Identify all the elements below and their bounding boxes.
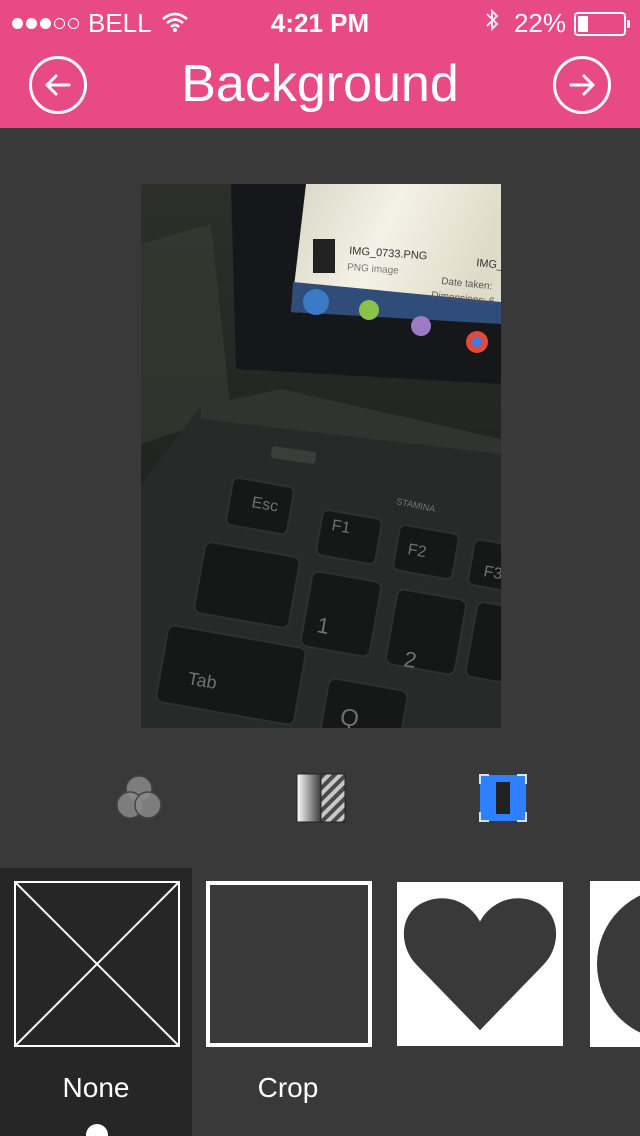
bluetooth-icon: [484, 8, 500, 39]
colors-tool-button[interactable]: [111, 770, 167, 826]
frame-tool-button[interactable]: [475, 770, 531, 826]
nav-header: Background: [0, 40, 640, 128]
shape-option-circle[interactable]: [576, 868, 640, 1136]
none-icon: [14, 881, 180, 1047]
key-label: F3: [482, 563, 501, 583]
background-preview-image: IMG_0733.PNG PNG image Date taken: Dimen…: [141, 184, 501, 728]
heart-icon: [397, 881, 563, 1047]
battery-percent: 22%: [513, 8, 566, 38]
shape-label: None: [62, 1072, 130, 1103]
next-button[interactable]: [553, 56, 611, 114]
shape-option-crop[interactable]: Crop: [192, 868, 384, 1136]
shape-picker: None Crop: [0, 868, 640, 1136]
key-label: F2: [406, 541, 427, 561]
gradient-icon: [296, 773, 346, 823]
battery-fill: [578, 15, 588, 32]
gradient-tool-button[interactable]: [293, 770, 349, 826]
key-label: F1: [330, 517, 351, 537]
crop-square-icon: [206, 881, 372, 1047]
shape-label: Crop: [257, 1072, 319, 1103]
circle-icon: [590, 881, 640, 1047]
status-bar: BELL 4:21 PM 22%: [0, 0, 640, 40]
status-right: 22%: [484, 8, 630, 39]
back-button[interactable]: [29, 56, 87, 114]
tool-row: [0, 770, 640, 830]
arrow-right-circle-icon: [569, 74, 595, 96]
selected-indicator: [86, 1124, 108, 1136]
color-circles-icon: [116, 775, 162, 819]
shape-option-heart[interactable]: [384, 868, 576, 1136]
battery-icon: [574, 11, 630, 36]
shape-option-none[interactable]: None: [0, 868, 192, 1136]
key-label: Q: [338, 703, 361, 728]
page-title: Background: [181, 55, 459, 113]
frame-icon: [479, 774, 527, 822]
arrow-left-circle-icon: [45, 74, 71, 96]
